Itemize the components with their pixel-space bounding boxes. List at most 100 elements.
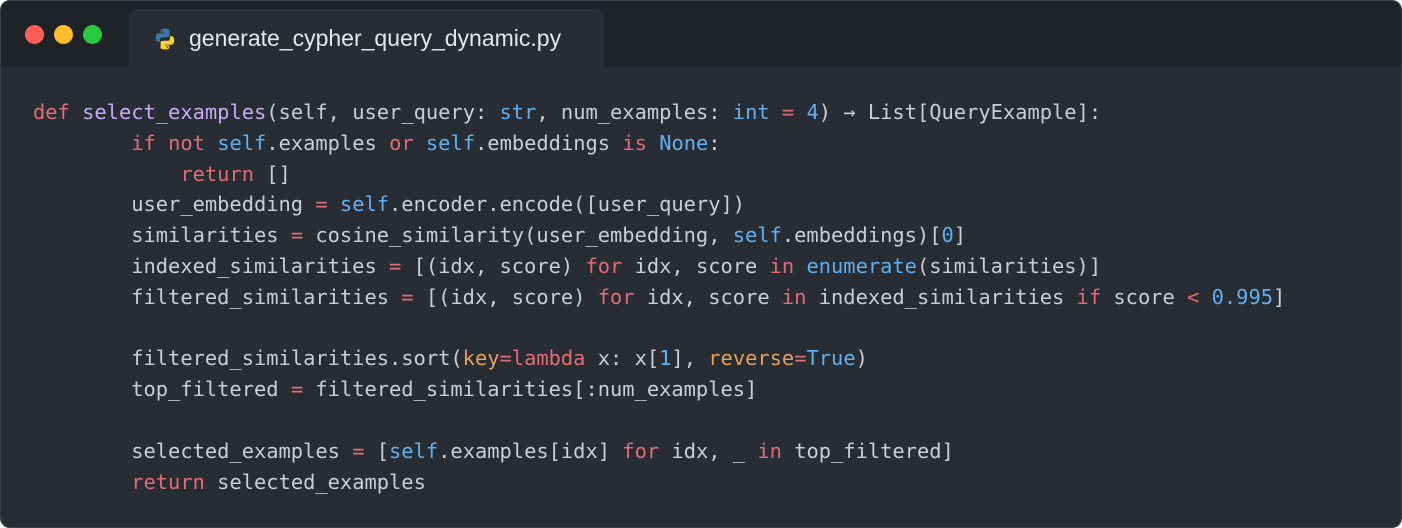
tab-title: generate_cypher_query_dynamic.py bbox=[189, 25, 562, 51]
code-token: idx, score bbox=[634, 284, 782, 309]
code-token: indexed_similarities bbox=[806, 284, 1077, 309]
code-token: top_filtered] bbox=[781, 438, 954, 463]
zoom-button[interactable] bbox=[83, 25, 102, 44]
code-token: idx, _ bbox=[659, 438, 758, 463]
title-bar: generate_cypher_query_dynamic.py bbox=[1, 1, 1401, 67]
code-token: [] bbox=[254, 161, 291, 186]
code-token: selected_examples bbox=[33, 438, 353, 463]
code-token: enumerate bbox=[806, 253, 917, 278]
code-token: not bbox=[168, 130, 205, 155]
code-token: in bbox=[781, 284, 807, 309]
code-token: = bbox=[389, 253, 402, 278]
code-token: [(idx, score) bbox=[401, 253, 586, 278]
code-token: def bbox=[33, 100, 70, 124]
code-token: [(idx, score) bbox=[413, 284, 598, 309]
code-token: idx, score bbox=[622, 253, 770, 278]
code-token: return bbox=[180, 161, 254, 186]
code-token: for bbox=[597, 284, 635, 309]
code-token: key bbox=[462, 346, 500, 371]
code-token: filtered_similarities bbox=[33, 284, 402, 309]
code-line: return selected_examples bbox=[33, 467, 1285, 498]
code-token: self bbox=[389, 438, 439, 463]
code-token: indexed_similarities bbox=[33, 253, 390, 278]
code-token: = bbox=[781, 100, 795, 124]
code-token: if bbox=[131, 130, 156, 155]
code-token: self bbox=[339, 192, 390, 217]
code-token: .embeddings bbox=[475, 130, 623, 155]
code-line: if not self.examples or self.embeddings … bbox=[33, 128, 1285, 159]
code-line: similarities = cosine_similarity(user_em… bbox=[33, 220, 1285, 251]
code-token: in bbox=[769, 253, 795, 278]
code-token: self bbox=[732, 223, 782, 248]
code-token: [ bbox=[364, 438, 390, 463]
code-token: return bbox=[131, 469, 205, 494]
code-token: = bbox=[499, 346, 512, 371]
code-token: = bbox=[794, 346, 807, 371]
code-token: filtered_similarities[:num_examples] bbox=[303, 377, 758, 402]
code-token: = bbox=[290, 223, 304, 248]
code-token: is bbox=[622, 130, 647, 155]
close-button[interactable] bbox=[25, 25, 44, 44]
code-token: 0.995 bbox=[1211, 284, 1273, 309]
code-token: int bbox=[732, 100, 770, 124]
code-token: reverse bbox=[708, 346, 795, 371]
code-line: filtered_similarities.sort(key=lambda x:… bbox=[33, 343, 1285, 374]
code-token: = bbox=[315, 192, 328, 217]
code-token: ] bbox=[953, 223, 967, 248]
code-token: in bbox=[757, 438, 782, 463]
code-token: selected_examples bbox=[204, 469, 426, 494]
code-line: ​ bbox=[33, 405, 1285, 436]
code-token: self bbox=[217, 130, 267, 155]
code-token: .examples[idx] bbox=[438, 438, 623, 463]
code-line: ​ bbox=[33, 313, 1285, 344]
code-token: for bbox=[622, 438, 660, 463]
code-line: indexed_similarities = [(idx, score) for… bbox=[33, 251, 1285, 282]
code-token: = bbox=[401, 284, 414, 309]
code-token: ) → List[QueryExample]: bbox=[818, 100, 1102, 124]
code-window: generate_cypher_query_dynamic.py def sel… bbox=[0, 0, 1402, 528]
code-token: 0 bbox=[941, 223, 954, 248]
code-token: , num_examples: bbox=[536, 100, 733, 124]
code-token: (similarities)] bbox=[916, 253, 1102, 278]
code-token: : bbox=[708, 130, 721, 155]
code-line: filtered_similarities = [(idx, score) fo… bbox=[33, 282, 1285, 313]
code-token: = bbox=[290, 377, 304, 402]
code-line: top_filtered = filtered_similarities[:nu… bbox=[33, 374, 1285, 405]
code-token: or bbox=[389, 130, 414, 155]
code-token: ] bbox=[1273, 284, 1286, 309]
code-token: top_filtered bbox=[33, 377, 291, 402]
code-line: return [] bbox=[33, 159, 1285, 190]
code-token: .encoder.encode([user_query]) bbox=[389, 192, 746, 217]
code-token: 1 bbox=[659, 346, 672, 371]
code-token: lambda bbox=[511, 346, 586, 371]
code-token: .examples bbox=[266, 130, 390, 155]
minimize-button[interactable] bbox=[54, 25, 73, 44]
code-token: self bbox=[425, 130, 476, 155]
code-token: ) bbox=[855, 346, 868, 371]
code-token: .embeddings)[ bbox=[781, 223, 942, 248]
code-token: for bbox=[585, 253, 623, 278]
code-token: x: x[ bbox=[585, 346, 660, 371]
code-token: if bbox=[1076, 284, 1102, 309]
code-token: ], bbox=[671, 346, 709, 371]
code-token: similarities bbox=[33, 223, 291, 248]
traffic-lights bbox=[25, 25, 102, 44]
code-token: score bbox=[1101, 284, 1188, 309]
code-token: True bbox=[806, 346, 856, 371]
code-editor[interactable]: def select_examples(self, user_query: st… bbox=[33, 97, 1285, 497]
code-token: (self, user_query: bbox=[266, 100, 500, 124]
code-token: = bbox=[352, 438, 365, 463]
code-token: 4 bbox=[806, 100, 819, 124]
file-tab[interactable]: generate_cypher_query_dynamic.py bbox=[129, 9, 604, 67]
code-token: cosine_similarity(user_embedding, bbox=[303, 223, 733, 248]
